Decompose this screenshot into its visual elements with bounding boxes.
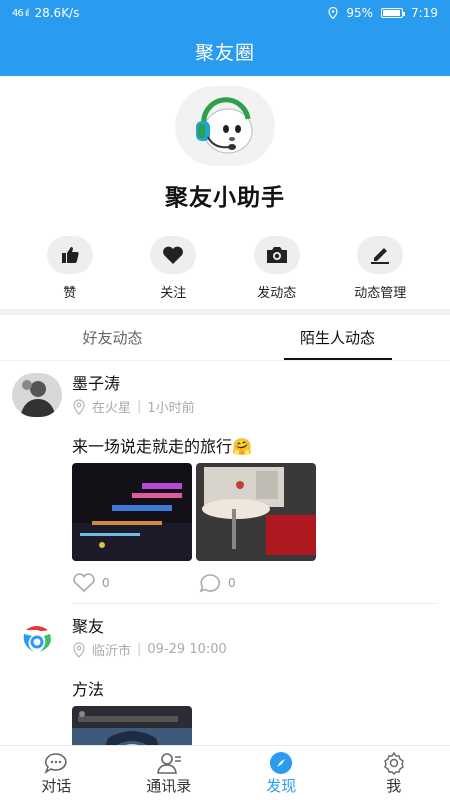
like-count: 0 [102, 576, 110, 590]
page-title: 聚友圈 [194, 41, 255, 64]
post-photo[interactable] [72, 463, 192, 561]
post-moment-label: 发动态 [257, 286, 297, 301]
assistant-avatar[interactable] [175, 86, 275, 166]
nav-chats-label: 对话 [41, 776, 72, 795]
tab-friends-feed[interactable]: 好友动态 [0, 315, 225, 360]
post-time: 09-29 10:00 [147, 642, 227, 657]
like-button[interactable]: 0 [72, 573, 198, 593]
nav-me-label: 我 [386, 776, 402, 795]
manage-moments-label: 动态管理 [354, 286, 407, 301]
post-username[interactable]: 聚友 [72, 616, 227, 638]
battery-icon [381, 8, 406, 18]
gear-icon [383, 751, 404, 775]
follow-action[interactable]: 关注 [133, 236, 213, 301]
manage-moments-action[interactable]: 动态管理 [340, 236, 420, 301]
tab-strangers-feed[interactable]: 陌生人动态 [225, 315, 450, 360]
feed-post: 墨子涛 在火星 | 1小时前 来一场说走就走的旅行🤗 0 0 [0, 361, 450, 593]
post-time: 1小时前 [147, 401, 195, 416]
post-text: 方法 [72, 680, 105, 699]
comment-icon [199, 574, 221, 593]
post-location: 在火星 [92, 401, 132, 416]
meta-divider: | [137, 399, 142, 414]
chat-icon [44, 752, 67, 774]
post-moment-action[interactable]: 发动态 [237, 236, 317, 301]
like-label: 赞 [63, 286, 77, 301]
nav-chats[interactable]: 对话 [0, 746, 113, 800]
battery-percent: 95% [346, 6, 374, 20]
like-action[interactable]: 赞 [30, 236, 110, 301]
compass-icon [270, 751, 293, 774]
bottom-nav: 对话 通讯录 发现 我 [0, 745, 450, 800]
location-pin-icon [73, 398, 85, 415]
clock: 7:19 [411, 6, 438, 20]
post-location: 临沂市 [92, 644, 132, 659]
nav-contacts-label: 通讯录 [146, 776, 192, 795]
heart-outline-icon [73, 573, 95, 593]
title-bar: 聚友圈 [0, 26, 450, 76]
post-username[interactable]: 墨子涛 [72, 373, 195, 395]
contacts-icon [156, 752, 181, 774]
signal-icon: 46 ıl [12, 7, 29, 19]
location-pin-icon [73, 641, 85, 658]
nav-discover[interactable]: 发现 [225, 746, 338, 800]
assistant-name: 聚友小助手 [165, 185, 285, 211]
network-speed: 28.6K/s [34, 6, 80, 20]
edit-icon [371, 248, 390, 264]
comment-count: 0 [228, 576, 236, 590]
follow-label: 关注 [160, 286, 187, 301]
nav-contacts[interactable]: 通讯录 [113, 746, 226, 800]
feed-tabs: 好友动态 陌生人动态 [0, 315, 450, 361]
user-avatar[interactable] [12, 616, 62, 660]
nav-me[interactable]: 我 [338, 746, 450, 800]
thumbs-up-icon [61, 247, 79, 263]
action-row: 赞 关注 发动态 动态管理 [0, 212, 450, 301]
user-avatar[interactable] [12, 373, 62, 417]
profile-section: 聚友小助手 [0, 76, 450, 212]
nav-discover-label: 发现 [266, 776, 297, 795]
camera-icon [266, 247, 287, 263]
location-icon [328, 7, 338, 19]
heart-icon [163, 246, 184, 264]
status-bar: 46 ıl 28.6K/s 95% 7:19 [0, 0, 450, 26]
meta-divider: | [137, 642, 142, 657]
headset-mascot-icon [196, 97, 253, 154]
post-text: 来一场说走就走的旅行🤗 [72, 437, 252, 456]
comment-button[interactable]: 0 [198, 573, 324, 593]
post-photo[interactable] [196, 463, 316, 561]
